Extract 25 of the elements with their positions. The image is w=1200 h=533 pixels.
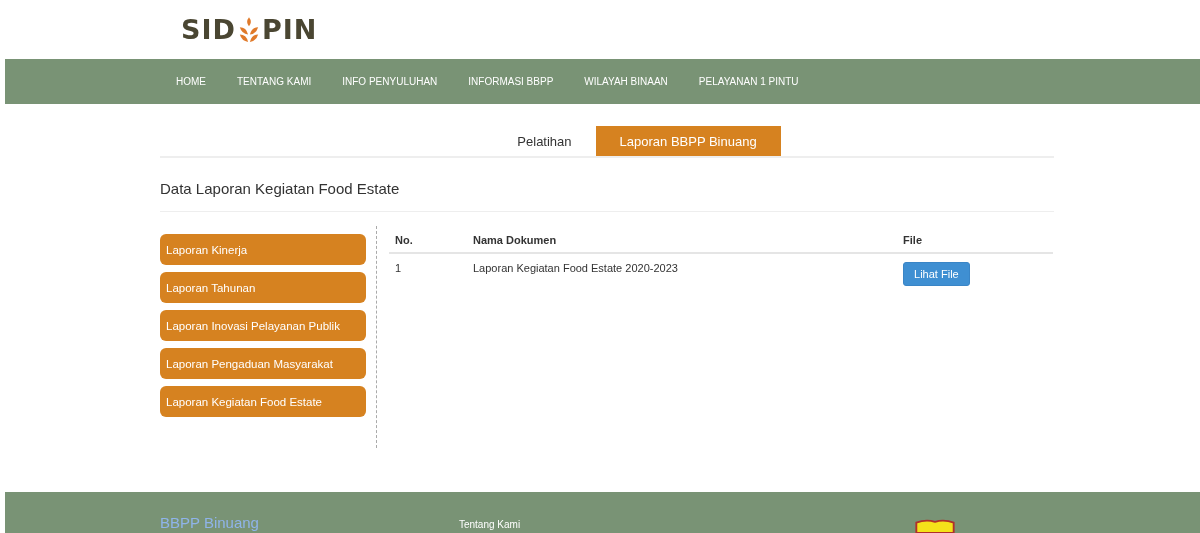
column-header: File — [897, 226, 1053, 253]
column-header: Nama Dokumen — [467, 226, 898, 253]
section-title: Data Laporan Kegiatan Food Estate — [160, 180, 1054, 212]
nav-link[interactable]: WILAYAH BINAAN — [584, 76, 668, 87]
view-file-button[interactable]: Lihat File — [903, 262, 970, 286]
wheat-icon — [237, 15, 260, 44]
sidebar-item[interactable]: Laporan Tahunan — [160, 272, 366, 303]
sidebar-item[interactable]: Laporan Kegiatan Food Estate — [160, 386, 366, 417]
footer-link[interactable]: Tentang Kami — [458, 519, 521, 530]
nav-link[interactable]: PELAYANAN 1 PINTU — [698, 76, 799, 87]
table-cell: 1 — [389, 253, 467, 294]
tab[interactable]: Laporan BBPP Binuang — [595, 126, 781, 156]
nav-link[interactable]: TENTANG KAMI — [237, 76, 312, 87]
nav-link[interactable]: INFORMASI BBPP — [468, 76, 554, 87]
footer-title: BBPP Binuang — [160, 514, 259, 531]
nav-link[interactable]: INFO PENYULUHAN — [342, 76, 438, 87]
table-cell: Laporan Kegiatan Food Estate 2020-2023 — [467, 253, 898, 294]
logo-text: SID — [181, 14, 236, 45]
logo-text: PIN — [261, 14, 318, 45]
nav-link[interactable]: HOME — [176, 76, 206, 87]
sidebar-item[interactable]: Laporan Pengaduan Masyarakat — [160, 348, 366, 379]
column-header: No. — [389, 226, 467, 253]
sidebar-item[interactable]: Laporan Inovasi Pelayanan Publik — [160, 310, 366, 341]
sidebar-item[interactable]: Laporan Kinerja — [160, 234, 366, 265]
tab[interactable]: Pelatihan — [493, 126, 596, 156]
